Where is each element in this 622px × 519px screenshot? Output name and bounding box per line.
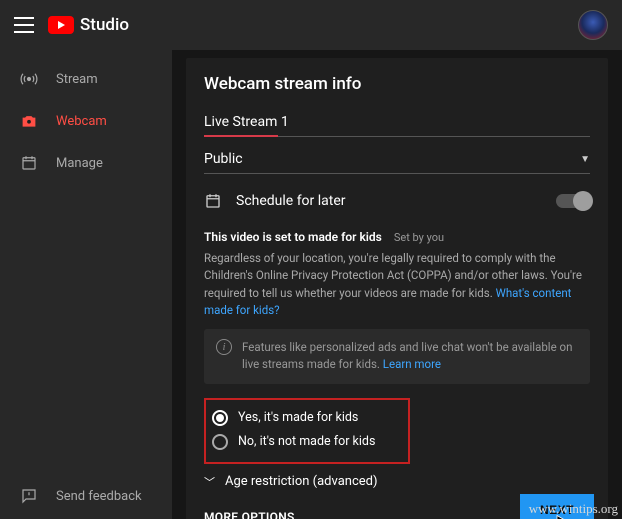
next-button[interactable]: NEXT bbox=[520, 494, 594, 519]
schedule-calendar-icon bbox=[204, 192, 222, 210]
sidebar-item-stream[interactable]: Stream bbox=[0, 58, 172, 100]
brand-label: Studio bbox=[80, 15, 129, 35]
youtube-play-icon bbox=[48, 16, 74, 34]
sidebar-item-webcam[interactable]: Webcam bbox=[0, 100, 172, 142]
caret-down-icon: ▼ bbox=[580, 154, 590, 165]
panel-title: Webcam stream info bbox=[204, 74, 590, 94]
info-icon: i bbox=[216, 339, 232, 355]
feedback-label: Send feedback bbox=[56, 489, 142, 504]
sidebar-item-label: Manage bbox=[56, 156, 103, 171]
learn-more-link[interactable]: Learn more bbox=[383, 357, 441, 371]
send-feedback[interactable]: Send feedback bbox=[0, 473, 172, 519]
radio-icon bbox=[212, 434, 228, 450]
feedback-icon bbox=[20, 487, 38, 505]
schedule-label: Schedule for later bbox=[236, 193, 346, 209]
menu-icon[interactable] bbox=[14, 17, 34, 33]
sidebar-item-manage[interactable]: Manage bbox=[0, 142, 172, 184]
schedule-toggle[interactable] bbox=[556, 194, 590, 208]
radio-not-made-for-kids[interactable]: No, it's not made for kids bbox=[212, 430, 398, 454]
camera-icon bbox=[20, 112, 38, 130]
visibility-select[interactable]: Public ▼ bbox=[204, 151, 590, 174]
sidebar-item-label: Webcam bbox=[56, 114, 107, 129]
made-for-kids-radio-group: Yes, it's made for kids No, it's not mad… bbox=[204, 398, 410, 464]
age-restriction-toggle[interactable]: ﹀ Age restriction (advanced) bbox=[204, 474, 590, 490]
sidebar-item-label: Stream bbox=[56, 72, 98, 87]
radio-icon bbox=[212, 410, 228, 426]
stream-title-input[interactable]: Live Stream 1 bbox=[204, 114, 590, 137]
legal-text: Regardless of your location, you're lega… bbox=[204, 250, 590, 319]
visibility-value: Public bbox=[204, 151, 243, 167]
studio-logo[interactable]: Studio bbox=[48, 15, 129, 35]
kids-header: This video is set to made for kids bbox=[204, 230, 382, 244]
info-box: i Features like personalized ads and liv… bbox=[204, 329, 590, 384]
webcam-stream-panel: Webcam stream info Live Stream 1 Public … bbox=[186, 58, 608, 519]
avatar[interactable] bbox=[578, 10, 608, 40]
chevron-down-icon: ﹀ bbox=[204, 474, 215, 490]
radio-yes-made-for-kids[interactable]: Yes, it's made for kids bbox=[212, 406, 398, 430]
sidebar: Stream Webcam Manage Send feedback bbox=[0, 50, 172, 519]
set-by-label: Set by you bbox=[394, 231, 444, 244]
stream-icon bbox=[20, 70, 38, 88]
calendar-icon bbox=[20, 154, 38, 172]
